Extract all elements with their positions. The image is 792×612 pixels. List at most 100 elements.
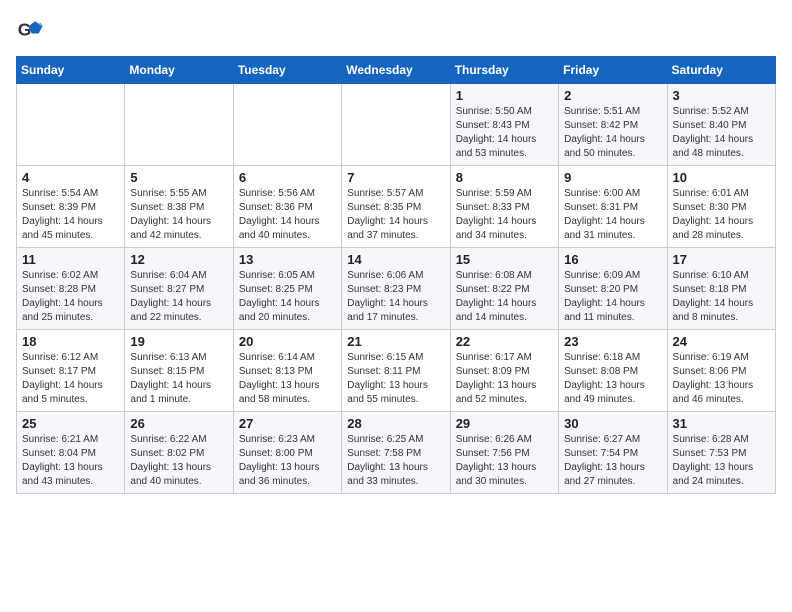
day-number: 17	[673, 252, 770, 267]
calendar-cell	[342, 84, 450, 166]
header-monday: Monday	[125, 57, 233, 84]
calendar-cell: 12 Sunrise: 6:04 AM Sunset: 8:27 PM Dayli…	[125, 248, 233, 330]
calendar-cell: 14Sunrise: 6:06 AM Sunset: 8:23 PM Dayli…	[342, 248, 450, 330]
calendar-cell: 3 Sunrise: 5:52 AM Sunset: 8:40 PM Daylig…	[667, 84, 775, 166]
day-info: Sunrise: 5:57 AM Sunset: 8:35 PM Dayligh…	[347, 187, 444, 243]
header-thursday: Thursday	[450, 57, 558, 84]
calendar-cell: 21Sunrise: 6:15 AM Sunset: 8:11 PM Dayli…	[342, 330, 450, 412]
day-info: Sunrise: 6:13 AM Sunset: 8:15 PM Dayligh…	[130, 351, 227, 407]
day-info: Sunrise: 6:17 AM Sunset: 8:09 PM Dayligh…	[456, 351, 553, 407]
day-number: 11	[22, 252, 119, 267]
calendar-cell: 17 Sunrise: 6:10 AM Sunset: 8:18 PM Dayli…	[667, 248, 775, 330]
day-info: Sunrise: 6:15 AM Sunset: 8:11 PM Dayligh…	[347, 351, 444, 407]
calendar-cell: 8 Sunrise: 5:59 AM Sunset: 8:33 PM Daylig…	[450, 166, 558, 248]
calendar-week-4: 18 Sunrise: 6:12 AM Sunset: 8:17 PM Dayli…	[17, 330, 776, 412]
page-header: G	[16, 16, 776, 44]
day-number: 24	[673, 334, 770, 349]
calendar-cell: 27 Sunrise: 6:23 AM Sunset: 8:00 PM Dayli…	[233, 412, 341, 494]
calendar-cell: 13Sunrise: 6:05 AM Sunset: 8:25 PM Dayli…	[233, 248, 341, 330]
day-number: 27	[239, 416, 336, 431]
calendar-table: SundayMondayTuesdayWednesdayThursdayFrid…	[16, 56, 776, 494]
day-info: Sunrise: 6:25 AM Sunset: 7:58 PM Dayligh…	[347, 433, 444, 489]
day-number: 22	[456, 334, 553, 349]
day-info: Sunrise: 6:10 AM Sunset: 8:18 PM Dayligh…	[673, 269, 770, 325]
calendar-cell: 22 Sunrise: 6:17 AM Sunset: 8:09 PM Dayli…	[450, 330, 558, 412]
day-info: Sunrise: 6:12 AM Sunset: 8:17 PM Dayligh…	[22, 351, 119, 407]
day-number: 16	[564, 252, 661, 267]
calendar-cell	[233, 84, 341, 166]
day-number: 31	[673, 416, 770, 431]
calendar-cell: 11 Sunrise: 6:02 AM Sunset: 8:28 PM Dayli…	[17, 248, 125, 330]
day-number: 18	[22, 334, 119, 349]
day-number: 30	[564, 416, 661, 431]
day-info: Sunrise: 6:26 AM Sunset: 7:56 PM Dayligh…	[456, 433, 553, 489]
day-info: Sunrise: 6:18 AM Sunset: 8:08 PM Dayligh…	[564, 351, 661, 407]
calendar-cell: 10 Sunrise: 6:01 AM Sunset: 8:30 PM Dayli…	[667, 166, 775, 248]
header-sunday: Sunday	[17, 57, 125, 84]
header-saturday: Saturday	[667, 57, 775, 84]
calendar-cell: 28 Sunrise: 6:25 AM Sunset: 7:58 PM Dayli…	[342, 412, 450, 494]
day-info: Sunrise: 6:09 AM Sunset: 8:20 PM Dayligh…	[564, 269, 661, 325]
calendar-week-2: 4Sunrise: 5:54 AM Sunset: 8:39 PM Daylig…	[17, 166, 776, 248]
header-tuesday: Tuesday	[233, 57, 341, 84]
day-info: Sunrise: 6:00 AM Sunset: 8:31 PM Dayligh…	[564, 187, 661, 243]
calendar-cell: 7 Sunrise: 5:57 AM Sunset: 8:35 PM Daylig…	[342, 166, 450, 248]
logo: G	[16, 16, 48, 44]
calendar-header-row: SundayMondayTuesdayWednesdayThursdayFrid…	[17, 57, 776, 84]
day-number: 26	[130, 416, 227, 431]
calendar-cell: 18 Sunrise: 6:12 AM Sunset: 8:17 PM Dayli…	[17, 330, 125, 412]
day-info: Sunrise: 5:51 AM Sunset: 8:42 PM Dayligh…	[564, 105, 661, 161]
day-info: Sunrise: 6:01 AM Sunset: 8:30 PM Dayligh…	[673, 187, 770, 243]
calendar-cell: 25Sunrise: 6:21 AM Sunset: 8:04 PM Dayli…	[17, 412, 125, 494]
calendar-cell: 9 Sunrise: 6:00 AM Sunset: 8:31 PM Daylig…	[559, 166, 667, 248]
day-info: Sunrise: 5:59 AM Sunset: 8:33 PM Dayligh…	[456, 187, 553, 243]
header-wednesday: Wednesday	[342, 57, 450, 84]
day-number: 8	[456, 170, 553, 185]
calendar-cell	[125, 84, 233, 166]
day-info: Sunrise: 5:50 AM Sunset: 8:43 PM Dayligh…	[456, 105, 553, 161]
calendar-cell: 23Sunrise: 6:18 AM Sunset: 8:08 PM Dayli…	[559, 330, 667, 412]
day-number: 12	[130, 252, 227, 267]
day-info: Sunrise: 6:08 AM Sunset: 8:22 PM Dayligh…	[456, 269, 553, 325]
calendar-cell: 31 Sunrise: 6:28 AM Sunset: 7:53 PM Dayli…	[667, 412, 775, 494]
svg-text:G: G	[18, 19, 32, 39]
day-number: 13	[239, 252, 336, 267]
day-number: 2	[564, 88, 661, 103]
day-number: 3	[673, 88, 770, 103]
day-info: Sunrise: 5:52 AM Sunset: 8:40 PM Dayligh…	[673, 105, 770, 161]
calendar-cell: 20Sunrise: 6:14 AM Sunset: 8:13 PM Dayli…	[233, 330, 341, 412]
day-info: Sunrise: 6:21 AM Sunset: 8:04 PM Dayligh…	[22, 433, 119, 489]
calendar-week-5: 25Sunrise: 6:21 AM Sunset: 8:04 PM Dayli…	[17, 412, 776, 494]
calendar-week-1: 1 Sunrise: 5:50 AM Sunset: 8:43 PM Daylig…	[17, 84, 776, 166]
day-number: 10	[673, 170, 770, 185]
calendar-cell: 4Sunrise: 5:54 AM Sunset: 8:39 PM Daylig…	[17, 166, 125, 248]
day-number: 9	[564, 170, 661, 185]
day-info: Sunrise: 6:23 AM Sunset: 8:00 PM Dayligh…	[239, 433, 336, 489]
day-info: Sunrise: 6:14 AM Sunset: 8:13 PM Dayligh…	[239, 351, 336, 407]
day-number: 19	[130, 334, 227, 349]
day-number: 28	[347, 416, 444, 431]
header-friday: Friday	[559, 57, 667, 84]
day-number: 14	[347, 252, 444, 267]
calendar-cell: 1 Sunrise: 5:50 AM Sunset: 8:43 PM Daylig…	[450, 84, 558, 166]
calendar-cell: 24Sunrise: 6:19 AM Sunset: 8:06 PM Dayli…	[667, 330, 775, 412]
calendar-cell: 29Sunrise: 6:26 AM Sunset: 7:56 PM Dayli…	[450, 412, 558, 494]
day-info: Sunrise: 6:04 AM Sunset: 8:27 PM Dayligh…	[130, 269, 227, 325]
day-number: 7	[347, 170, 444, 185]
day-info: Sunrise: 6:02 AM Sunset: 8:28 PM Dayligh…	[22, 269, 119, 325]
day-info: Sunrise: 5:54 AM Sunset: 8:39 PM Dayligh…	[22, 187, 119, 243]
day-info: Sunrise: 6:22 AM Sunset: 8:02 PM Dayligh…	[130, 433, 227, 489]
calendar-cell: 6Sunrise: 5:56 AM Sunset: 8:36 PM Daylig…	[233, 166, 341, 248]
day-info: Sunrise: 6:28 AM Sunset: 7:53 PM Dayligh…	[673, 433, 770, 489]
calendar-cell: 15Sunrise: 6:08 AM Sunset: 8:22 PM Dayli…	[450, 248, 558, 330]
day-number: 5	[130, 170, 227, 185]
calendar-cell: 5Sunrise: 5:55 AM Sunset: 8:38 PM Daylig…	[125, 166, 233, 248]
day-number: 6	[239, 170, 336, 185]
day-info: Sunrise: 6:27 AM Sunset: 7:54 PM Dayligh…	[564, 433, 661, 489]
calendar-cell: 30 Sunrise: 6:27 AM Sunset: 7:54 PM Dayli…	[559, 412, 667, 494]
calendar-cell: 16 Sunrise: 6:09 AM Sunset: 8:20 PM Dayli…	[559, 248, 667, 330]
logo-icon: G	[16, 16, 44, 44]
day-number: 1	[456, 88, 553, 103]
calendar-cell: 26 Sunrise: 6:22 AM Sunset: 8:02 PM Dayli…	[125, 412, 233, 494]
calendar-cell: 2 Sunrise: 5:51 AM Sunset: 8:42 PM Daylig…	[559, 84, 667, 166]
